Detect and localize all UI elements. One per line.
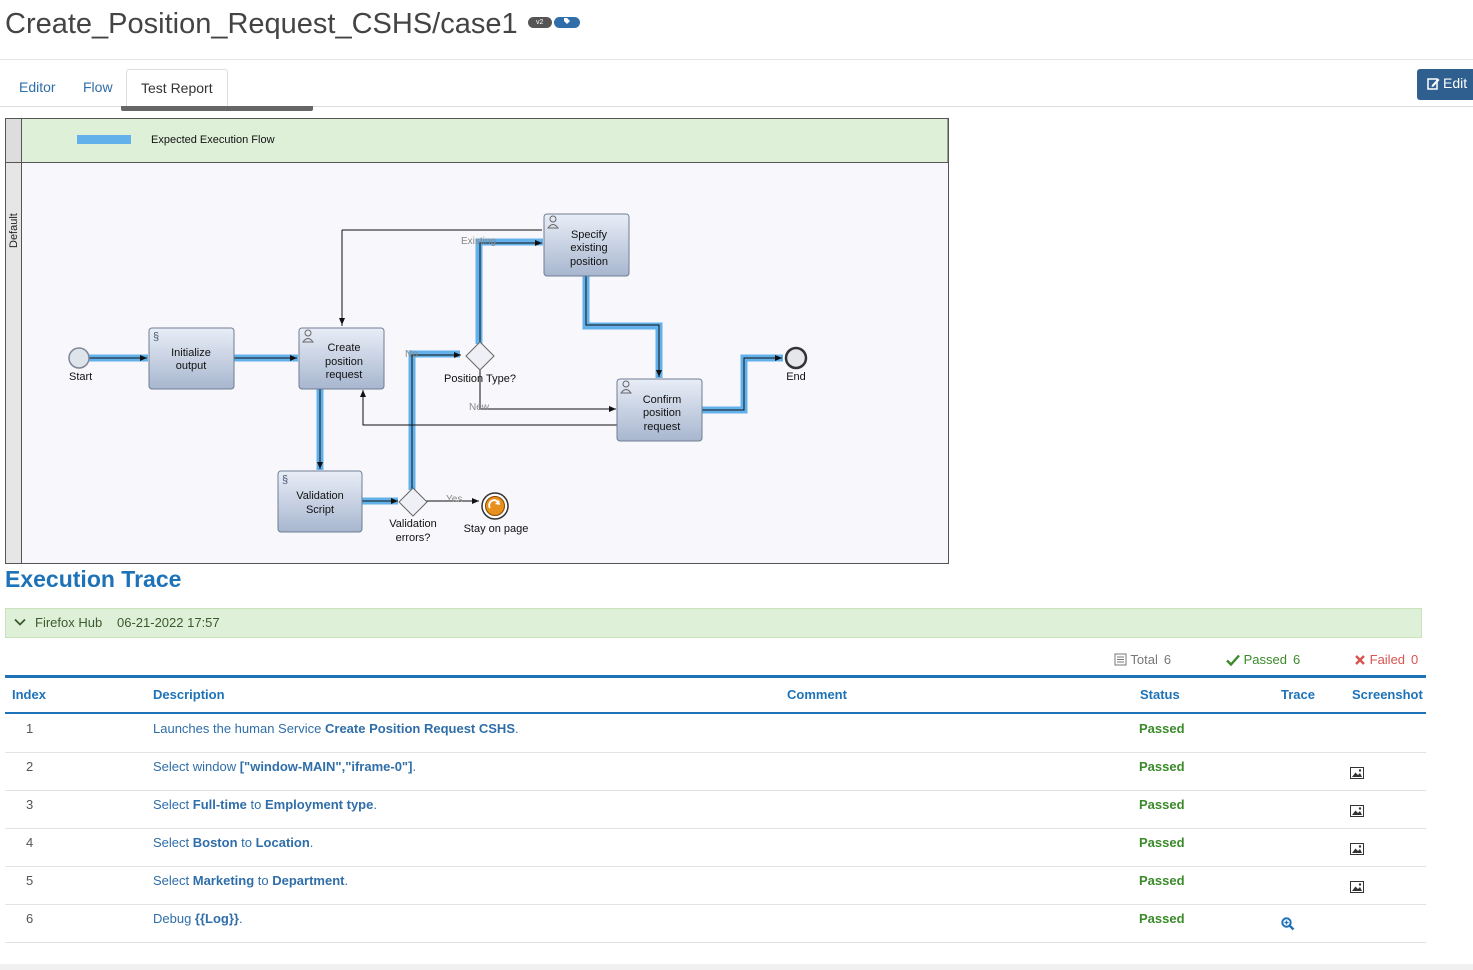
table-row: 1 Launches the human Service Create Posit…: [5, 714, 1426, 753]
trace-zoom-icon[interactable]: [1281, 912, 1295, 949]
svg-text:position: position: [325, 356, 363, 368]
col-header-index[interactable]: Index: [12, 687, 46, 702]
summary-passed: Passed 6: [1226, 652, 1300, 667]
tab-flow[interactable]: Flow: [69, 69, 127, 105]
row-description[interactable]: Select Marketing to Department.: [153, 866, 348, 903]
legend-swatch: [77, 135, 131, 144]
svg-text:Script: Script: [306, 504, 334, 516]
script-icon: §: [282, 474, 288, 486]
table-row: 4 Select Boston to Location. Passed: [5, 828, 1426, 867]
run-header[interactable]: Firefox Hub 06-21-2022 17:57: [5, 608, 1422, 638]
task-create-position-request[interactable]: Create position request: [298, 327, 385, 390]
check-icon: [1226, 654, 1240, 667]
svg-text:End: End: [786, 371, 806, 383]
tag-badge[interactable]: [553, 16, 580, 28]
svg-text:errors?: errors?: [396, 532, 431, 544]
col-header-description[interactable]: Description: [153, 687, 225, 702]
task-initialize-output[interactable]: § Initialize output: [148, 327, 235, 390]
svg-text:position: position: [570, 256, 608, 268]
svg-text:Position Type?: Position Type?: [444, 373, 516, 385]
edge-label-no: No: [405, 349, 418, 360]
edge-label-yes: Yes: [446, 494, 462, 505]
task-validation-script[interactable]: § Validation Script: [277, 470, 363, 533]
table-row: 3 Select Full-time to Employment type. Pas…: [5, 790, 1426, 829]
tab-test-report[interactable]: Test Report: [126, 69, 228, 107]
x-icon: [1355, 655, 1365, 665]
header-divider: [0, 59, 1473, 60]
row-description[interactable]: Debug {{Log}}.: [153, 904, 243, 941]
table-top-border: [5, 675, 1426, 678]
col-header-trace[interactable]: Trace: [1281, 687, 1315, 702]
edit-button[interactable]: Edit: [1417, 69, 1473, 100]
task-confirm-position-request[interactable]: Confirm position request: [616, 378, 703, 442]
svg-text:position: position: [643, 407, 681, 419]
row-description[interactable]: Select window ["window-MAIN","iframe-0"]…: [153, 752, 416, 789]
col-header-comment[interactable]: Comment: [787, 687, 847, 702]
row-status: Passed: [1139, 835, 1185, 850]
legend-label: Expected Execution Flow: [151, 134, 275, 146]
svg-text:request: request: [326, 369, 363, 381]
row-status: Passed: [1139, 721, 1185, 736]
row-status: Passed: [1139, 797, 1185, 812]
svg-text:Stay on page: Stay on page: [464, 523, 529, 535]
svg-text:Specify: Specify: [571, 229, 608, 241]
row-status: Passed: [1139, 873, 1185, 888]
svg-text:request: request: [644, 421, 681, 433]
chevron-down-icon[interactable]: [14, 616, 26, 628]
edit-icon: [1427, 78, 1440, 90]
run-hub: Firefox Hub: [35, 615, 103, 630]
svg-text:Initialize: Initialize: [171, 347, 211, 359]
table-row: 2 Select window ["window-MAIN","iframe-0"…: [5, 752, 1426, 791]
table-row: 5 Select Marketing to Department. Passed: [5, 866, 1426, 905]
row-index: 1: [26, 721, 34, 736]
process-diagram: Expected Execution Flow Default Existing…: [5, 118, 949, 564]
tab-editor[interactable]: Editor: [5, 69, 70, 105]
summary-failed: Failed 0: [1354, 652, 1418, 667]
svg-text:existing: existing: [570, 242, 607, 254]
end-event[interactable]: End: [784, 346, 808, 383]
run-datetime: 06-21-2022 17:57: [117, 615, 220, 630]
svg-text:Create: Create: [327, 342, 360, 354]
svg-text:Validation: Validation: [389, 518, 437, 530]
row-index: 3: [26, 797, 34, 812]
lane-label: Default: [8, 213, 20, 248]
row-index: 4: [26, 835, 34, 850]
row-description[interactable]: Select Boston to Location.: [153, 828, 313, 865]
row-status: Passed: [1139, 911, 1185, 926]
table-row: 6 Debug {{Log}}. Passed: [5, 904, 1426, 943]
tab-scroll-handle[interactable]: [121, 106, 313, 111]
row-index: 5: [26, 873, 34, 888]
edge-label-new: New: [469, 402, 490, 413]
task-specify-existing-position[interactable]: Specify existing position: [543, 213, 630, 277]
summary-total: Total 6: [1114, 652, 1171, 667]
row-description[interactable]: Select Full-time to Employment type.: [153, 790, 377, 827]
edge-label-existing: Existing: [461, 236, 496, 247]
row-description[interactable]: Launches the human Service Create Positi…: [153, 714, 519, 751]
version-badge: v2: [527, 16, 552, 28]
col-header-screenshot[interactable]: Screenshot: [1352, 687, 1423, 702]
svg-text:output: output: [176, 360, 207, 372]
svg-text:Validation: Validation: [296, 490, 344, 502]
row-index: 6: [26, 911, 34, 926]
svg-text:Start: Start: [69, 371, 92, 383]
script-icon: §: [153, 331, 159, 343]
page-title: Create_Position_Request_CSHS/case1 v2: [5, 8, 580, 41]
svg-text:Confirm: Confirm: [643, 394, 682, 406]
row-status: Passed: [1139, 759, 1185, 774]
execution-trace-title: Execution Trace: [5, 566, 182, 592]
row-index: 2: [26, 759, 34, 774]
list-icon: [1114, 653, 1127, 666]
footer-band: [0, 964, 1473, 970]
col-header-status[interactable]: Status: [1140, 687, 1180, 702]
